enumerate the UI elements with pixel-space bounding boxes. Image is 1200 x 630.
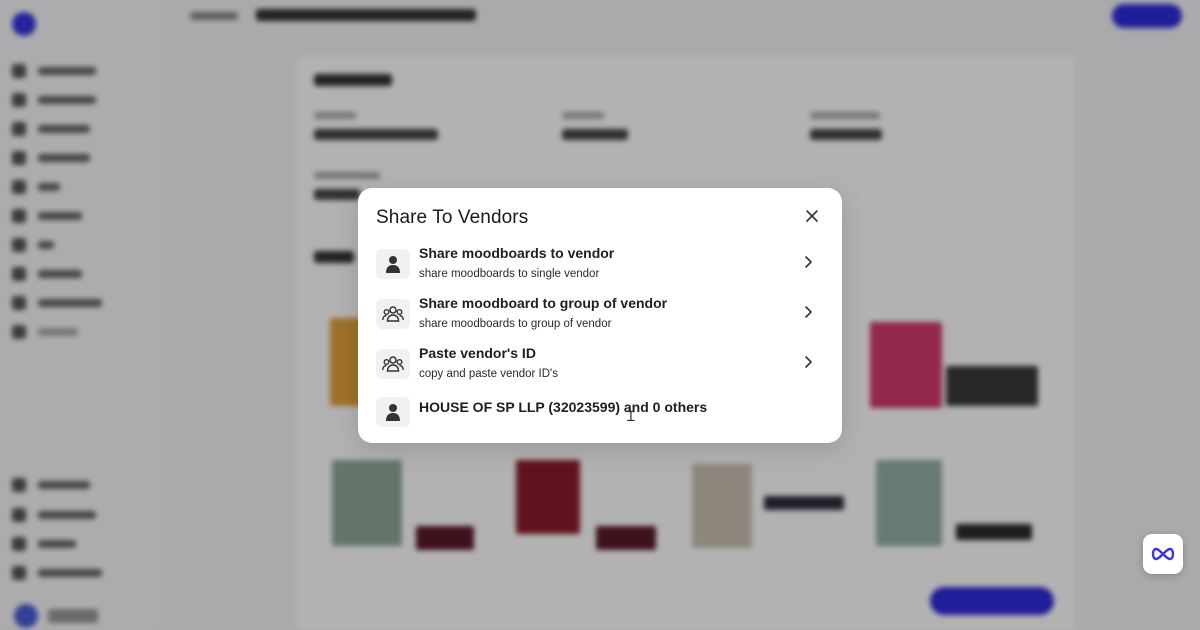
option-title: Paste vendor's ID xyxy=(419,345,536,361)
chevron-right-icon xyxy=(805,356,812,368)
option-share-to-vendor[interactable]: Share moodboards to vendor share moodboa… xyxy=(376,245,824,287)
option-subtitle: copy and paste vendor ID's xyxy=(419,368,558,380)
option-share-to-group[interactable]: Share moodboard to group of vendor share… xyxy=(376,295,824,337)
person-icon xyxy=(386,256,400,273)
option-title: Share moodboards to vendor xyxy=(419,245,615,261)
group-icon xyxy=(382,356,404,372)
text-cursor-icon: Ɪ xyxy=(627,409,635,425)
group-icon xyxy=(382,306,404,322)
modal-title: Share To Vendors xyxy=(376,207,529,228)
infinity-logo-icon xyxy=(1151,547,1175,561)
option-subtitle: share moodboards to group of vendor xyxy=(419,318,612,330)
selected-vendor-label: HOUSE OF SP LLP (32023599) and 0 others xyxy=(419,399,708,415)
chevron-right-icon xyxy=(805,306,812,318)
selected-vendor-row[interactable]: HOUSE OF SP LLP (32023599) and 0 others xyxy=(376,393,824,435)
close-icon xyxy=(806,210,818,222)
option-icon-box xyxy=(376,349,410,379)
person-icon xyxy=(386,404,400,421)
option-icon-box xyxy=(376,397,410,427)
option-title: Share moodboard to group of vendor xyxy=(419,295,668,311)
close-button[interactable] xyxy=(802,206,822,226)
chat-widget-button[interactable] xyxy=(1143,534,1183,574)
option-icon-box xyxy=(376,299,410,329)
chevron-right-icon xyxy=(805,256,812,268)
share-to-vendors-modal: Share To Vendors Share moodboards to ven… xyxy=(358,188,842,443)
option-icon-box xyxy=(376,249,410,279)
option-paste-vendor-id[interactable]: Paste vendor's ID copy and paste vendor … xyxy=(376,345,824,387)
option-subtitle: share moodboards to single vendor xyxy=(419,268,600,280)
